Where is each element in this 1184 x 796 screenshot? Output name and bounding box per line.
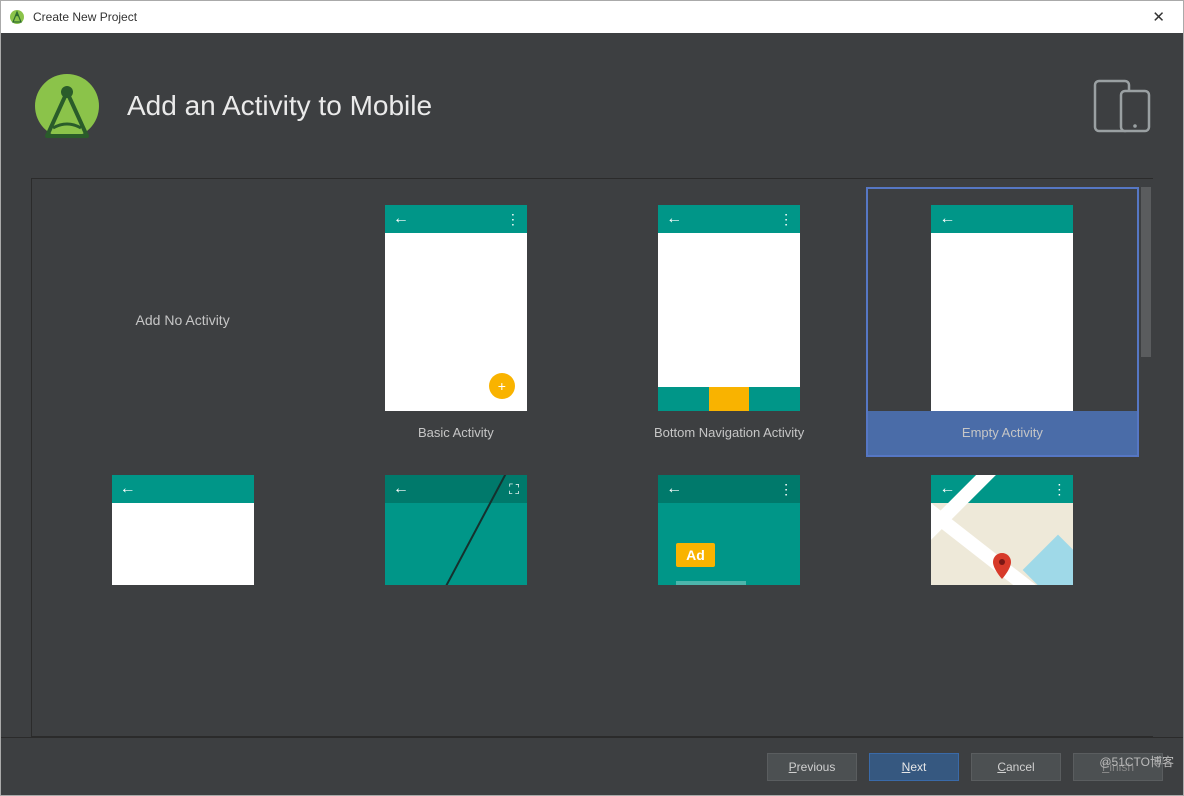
wizard-header: Add an Activity to Mobile <box>1 33 1183 178</box>
template-preview: ←⋮ <box>931 475 1073 585</box>
template-preview: ←⛶ <box>385 475 527 585</box>
template-preview: ← <box>112 475 254 585</box>
bottom-nav-icon <box>658 387 800 411</box>
window-title: Create New Project <box>33 10 1142 24</box>
more-dots-icon: ⋮ <box>779 481 792 498</box>
back-arrow-icon: ← <box>393 481 409 497</box>
template-row2-item-2[interactable]: ←⛶ <box>319 457 592 587</box>
template-add-no-activity[interactable]: Add No Activity <box>46 187 319 437</box>
ad-badge: Ad <box>676 543 715 567</box>
more-dots-icon: ⋮ <box>779 211 792 228</box>
close-icon[interactable]: ✕ <box>1142 8 1175 26</box>
devices-icon <box>1093 77 1153 135</box>
template-grid-area: Add No Activity ←⋮ + Basic Activity ←⋮ <box>1 178 1183 737</box>
template-label: Basic Activity <box>418 411 494 455</box>
back-arrow-icon: ← <box>666 211 682 227</box>
template-bottom-navigation-activity[interactable]: ←⋮ Bottom Navigation Activity <box>593 187 866 457</box>
scrollbar-thumb[interactable] <box>1141 187 1151 357</box>
back-arrow-icon: ← <box>939 211 955 227</box>
cancel-button[interactable]: Cancel <box>971 753 1061 781</box>
titlebar: Create New Project ✕ <box>1 1 1183 33</box>
map-pin-icon <box>993 553 1011 584</box>
template-row2-item-1[interactable]: ← <box>46 457 319 587</box>
back-arrow-icon: ← <box>939 481 955 497</box>
template-empty-activity[interactable]: ← Empty Activity <box>866 187 1139 457</box>
back-arrow-icon: ← <box>393 211 409 227</box>
android-studio-icon <box>9 9 25 25</box>
more-dots-icon: ⋮ <box>506 211 519 228</box>
fullscreen-icon: ⛶ <box>509 481 519 498</box>
template-label: Add No Activity <box>136 312 230 328</box>
template-row2-item-4[interactable]: ←⋮ <box>866 457 1139 587</box>
template-preview: ← <box>931 205 1073 411</box>
page-title: Add an Activity to Mobile <box>127 90 1093 122</box>
more-dots-icon: ⋮ <box>1052 481 1065 498</box>
back-arrow-icon: ← <box>120 481 136 497</box>
finish-button: Finish <box>1073 753 1163 781</box>
template-basic-activity[interactable]: ← ⋮ + Basic Activity <box>319 187 592 457</box>
fab-icon: + <box>489 373 515 399</box>
android-studio-logo-icon <box>31 70 103 142</box>
next-button[interactable]: Next <box>869 753 959 781</box>
template-preview: ←⋮ <box>658 205 800 411</box>
template-label: Bottom Navigation Activity <box>654 411 804 455</box>
wizard-footer: Previous Next Cancel Finish <box>1 737 1183 795</box>
template-label: Empty Activity <box>868 411 1137 455</box>
template-preview: ← ⋮ Ad <box>658 475 800 585</box>
previous-button[interactable]: Previous <box>767 753 857 781</box>
template-preview: ← ⋮ + <box>385 205 527 411</box>
template-row2-item-3[interactable]: ← ⋮ Ad <box>593 457 866 587</box>
back-arrow-icon: ← <box>666 481 682 497</box>
